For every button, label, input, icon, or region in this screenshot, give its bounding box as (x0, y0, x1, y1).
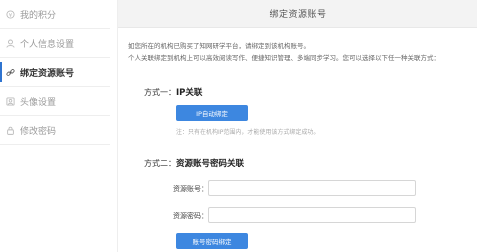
method-prefix: 方式一： (144, 88, 176, 97)
points-icon: ¥ (5, 9, 15, 19)
ip-auto-bind-button[interactable]: IP自动绑定 (176, 105, 248, 121)
ip-bind-hint: 注：只有在机构IP范围内，才能使用该方式绑定成功。 (176, 129, 320, 136)
user-icon (5, 38, 15, 48)
method-name: IP关联 (176, 88, 203, 98)
sidebar: ¥ 我的积分 个人信息设置 绑定资源账号 头像设置 修改密码 (0, 0, 110, 252)
password-input[interactable] (208, 207, 416, 223)
sidebar-item-avatar[interactable]: 头像设置 (0, 87, 110, 115)
sidebar-item-points[interactable]: ¥ 我的积分 (0, 0, 110, 28)
method-account-title: 方式二：资源账号密码关联 (144, 157, 244, 169)
notice-line-2: 个人关联绑定到机构上可以高效阅读写作、便捷知识管理、多端同步学习。您可以选择以下… (128, 54, 440, 62)
avatar-icon (5, 96, 15, 106)
page-header: 绑定资源账号 (118, 0, 477, 28)
method-prefix: 方式二： (144, 159, 176, 168)
divider (0, 144, 110, 145)
page-title: 绑定资源账号 (269, 10, 327, 20)
sidebar-item-change-password[interactable]: 修改密码 (0, 116, 110, 144)
sidebar-item-label: 我的积分 (20, 10, 57, 21)
method-name: 资源账号密码关联 (176, 159, 245, 169)
link-icon (5, 67, 15, 77)
account-input[interactable] (208, 180, 416, 196)
account-password-bind-button[interactable]: 账号密码绑定 (176, 233, 248, 249)
sidebar-item-bind-account[interactable]: 绑定资源账号 (0, 58, 110, 86)
sidebar-item-label: 头像设置 (20, 97, 57, 108)
sidebar-item-label: 绑定资源账号 (20, 68, 75, 79)
password-label: 资源密码： (173, 212, 208, 220)
svg-text:¥: ¥ (8, 12, 12, 18)
method-ip-title: 方式一：IP关联 (144, 86, 202, 98)
account-label: 资源账号： (173, 185, 208, 193)
sidebar-item-label: 修改密码 (20, 126, 57, 137)
sidebar-item-label: 个人信息设置 (20, 39, 75, 50)
sidebar-item-profile[interactable]: 个人信息设置 (0, 29, 110, 57)
lock-icon (5, 125, 15, 135)
main-panel: 绑定资源账号 如您所在的机构已购买了知网研学平台，请绑定到该机构账号。 个人关联… (117, 0, 477, 252)
notice-line-1: 如您所在的机构已购买了知网研学平台，请绑定到该机构账号。 (128, 42, 310, 50)
